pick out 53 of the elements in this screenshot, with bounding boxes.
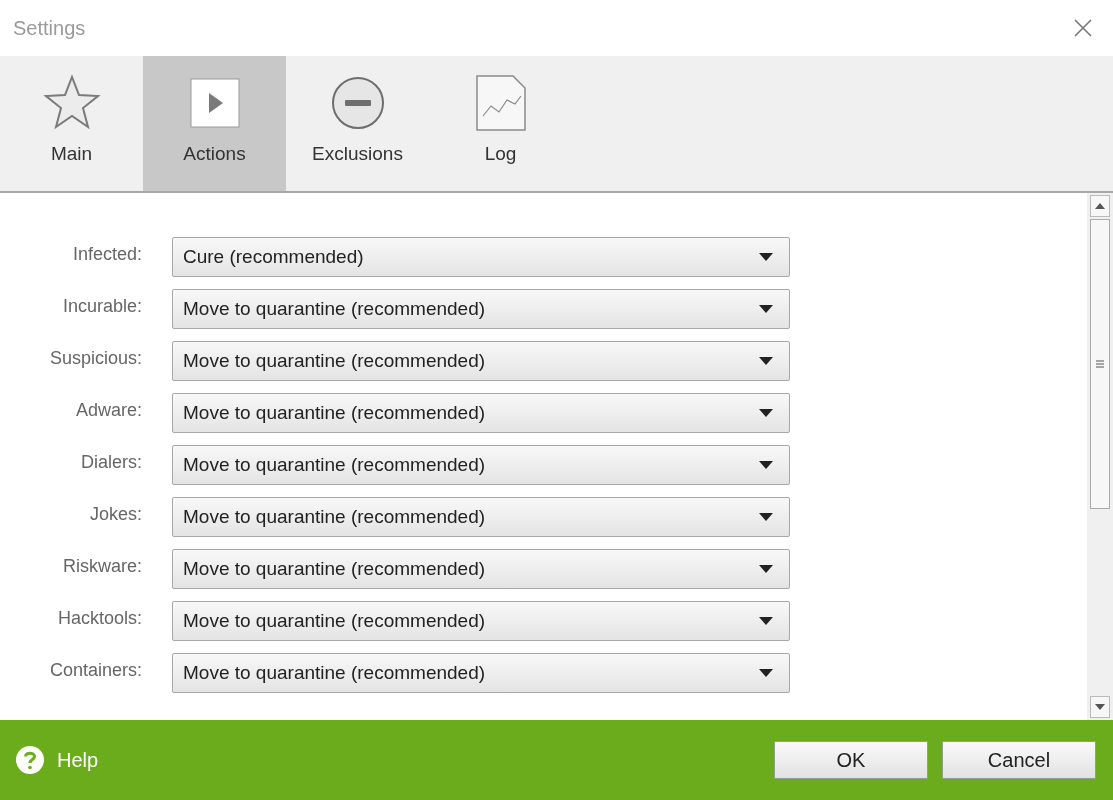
dropdown-value: Move to quarantine (recommended) <box>183 296 486 321</box>
dropdown-value: Move to quarantine (recommended) <box>183 608 486 633</box>
action-label: Adware: <box>74 398 142 422</box>
action-dropdown[interactable]: Move to quarantine (recommended) <box>172 601 790 641</box>
settings-tab[interactable]: Main <box>0 56 143 191</box>
dropdown-caret-icon <box>759 617 773 625</box>
star-icon <box>42 74 101 132</box>
action-dropdown[interactable]: Move to quarantine (recommended) <box>172 393 790 433</box>
document-chart-icon <box>474 74 527 132</box>
dropdown-value: Move to quarantine (recommended) <box>183 660 486 685</box>
dropdown-caret-icon <box>759 565 773 573</box>
dropdown-value: Move to quarantine (recommended) <box>183 348 486 373</box>
action-dropdown[interactable]: Move to quarantine (recommended) <box>172 497 790 537</box>
action-dropdown[interactable]: Move to quarantine (recommended) <box>172 289 790 329</box>
action-label: Suspicious: <box>48 346 142 370</box>
settings-tab[interactable]: Exclusions <box>286 56 429 191</box>
action-dropdown[interactable]: Cure (recommended) <box>172 237 790 277</box>
dropdown-value: Cure (recommended) <box>183 244 364 269</box>
dropdown-caret-icon <box>759 513 773 521</box>
action-label: Infected: <box>71 242 142 266</box>
dropdown-caret-icon <box>759 669 773 677</box>
dialog-button[interactable]: OK <box>774 741 928 779</box>
dropdown-value: Move to quarantine (recommended) <box>183 556 486 581</box>
dropdown-caret-icon <box>759 357 773 365</box>
action-label: Jokes: <box>88 502 142 526</box>
dropdown-caret-icon <box>759 253 773 261</box>
action-label: Dialers: <box>80 450 142 474</box>
dropdown-caret-icon <box>759 409 773 417</box>
dropdown-caret-icon <box>759 461 773 469</box>
dropdown-value: Move to quarantine (recommended) <box>183 452 486 477</box>
dropdown-value: Move to quarantine (recommended) <box>183 504 486 529</box>
scroll-up-icon[interactable] <box>1090 195 1110 217</box>
close-icon[interactable] <box>1073 18 1093 38</box>
dropdown-caret-icon <box>759 305 773 313</box>
action-label: Incurable: <box>61 294 142 318</box>
action-dropdown[interactable]: Move to quarantine (recommended) <box>172 549 790 589</box>
minus-circle-icon <box>330 76 385 130</box>
scroll-down-icon[interactable] <box>1090 696 1110 718</box>
settings-tab[interactable]: Actions <box>143 56 286 191</box>
dropdown-value: Move to quarantine (recommended) <box>183 400 486 425</box>
action-label: Hacktools: <box>56 606 142 630</box>
action-label: Riskware: <box>62 554 142 578</box>
action-dropdown[interactable]: Move to quarantine (recommended) <box>172 341 790 381</box>
help-icon <box>15 745 45 775</box>
scrollbar[interactable] <box>1087 193 1113 720</box>
play-icon <box>188 77 241 129</box>
scroll-thumb[interactable] <box>1090 219 1110 509</box>
settings-tab[interactable]: Log <box>429 56 572 191</box>
action-dropdown[interactable]: Move to quarantine (recommended) <box>172 445 790 485</box>
action-dropdown[interactable]: Move to quarantine (recommended) <box>172 653 790 693</box>
window-title: Settings <box>13 16 86 41</box>
action-label: Containers: <box>48 658 142 682</box>
dialog-button[interactable]: Cancel <box>942 741 1096 779</box>
